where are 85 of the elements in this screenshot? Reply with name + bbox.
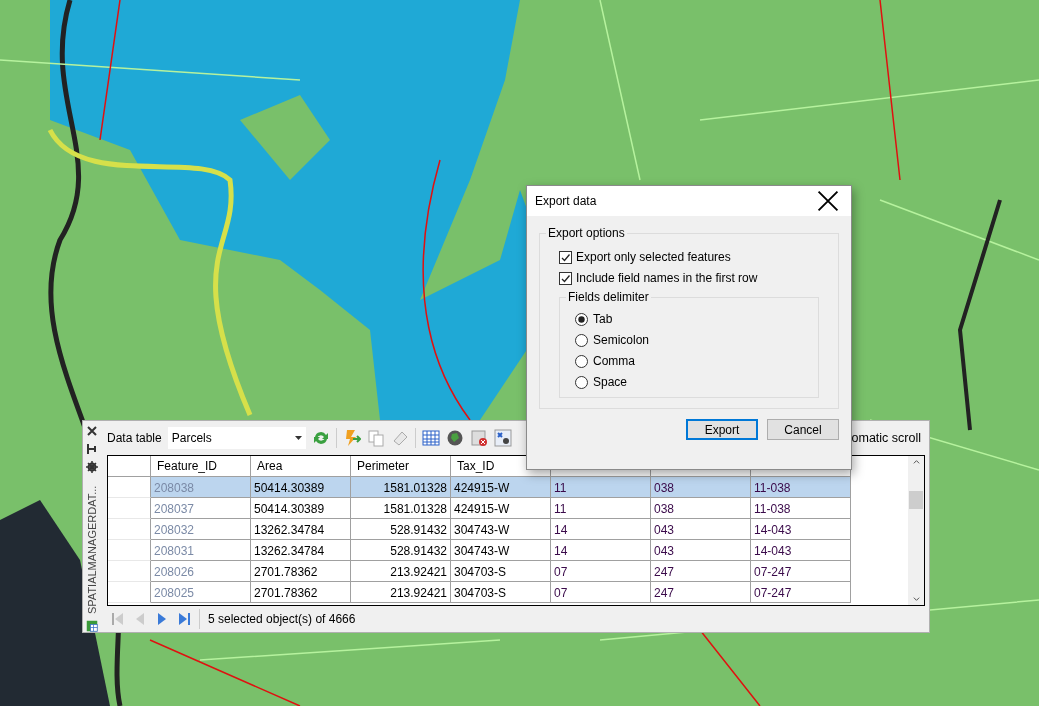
table-cell: 07-247 [751,560,851,582]
scroll-up-icon[interactable] [912,459,920,464]
last-icon[interactable] [177,612,191,627]
table-cell: 208037 [151,497,251,519]
radio-button[interactable]: Semicolon [575,333,808,347]
table-cell: 14-043 [751,539,851,561]
table-cell: 043 [651,539,751,561]
export-button[interactable]: Export [686,419,758,440]
table-cell: 50414.30389 [251,476,351,498]
grid-icon[interactable] [421,428,440,447]
table-cell: 304703-S [451,581,551,603]
row-header[interactable] [108,518,151,540]
check-icon [560,251,571,263]
panel-title: SPATIALMANAGERDAT... [86,484,98,614]
checkbox[interactable]: Export only selected features [559,250,826,264]
table-cell: 038 [651,476,751,498]
scrollbar-thumb[interactable] [909,491,923,510]
cancel-button[interactable]: Cancel [767,419,839,440]
column-header[interactable]: Area [251,455,351,477]
table-cell: 304743-W [451,518,551,540]
table-cell: 1581.01328 [351,497,451,519]
close-icon[interactable] [86,425,98,437]
radio-button[interactable]: Space [575,375,808,389]
group-label: Export options [546,226,627,240]
table-cell: 14 [551,539,651,561]
auto-scroll-label: omatic scroll [851,430,921,445]
column-header[interactable]: Feature_ID [151,455,251,477]
layer-dropdown[interactable]: Parcels [167,426,306,449]
row-header[interactable] [108,581,151,603]
row-header[interactable] [108,476,151,498]
table-cell: 208025 [151,581,251,603]
table-cell: 213.92421 [351,581,451,603]
scrollbar[interactable] [908,455,924,606]
settings-icon[interactable] [86,461,98,473]
table-cell: 07 [551,581,651,603]
table-cell: 50414.30389 [251,497,351,519]
table-cell: 424915-W [451,497,551,519]
table-cell: 208026 [151,560,251,582]
table-cell: 304743-W [451,539,551,561]
table-cell: 528.91432 [351,539,451,561]
group-label: Fields delimiter [566,290,651,304]
table-cell: 07-247 [751,581,851,603]
table-cell: 11 [551,476,651,498]
table-cell: 14-043 [751,518,851,540]
table-cell: 07 [551,560,651,582]
data-table-label: Data table [107,430,162,445]
table-cell: 528.91432 [351,518,451,540]
row-header[interactable] [108,539,151,561]
radio-button[interactable]: Tab [575,312,808,326]
row-header[interactable] [108,560,151,582]
copy-icon[interactable] [366,428,385,447]
pin-icon[interactable] [86,443,98,455]
table-cell: 208031 [151,539,251,561]
status-text: 5 selected object(s) of 4666 [208,612,356,627]
table-cell: 043 [651,518,751,540]
table-cell: 14 [551,518,651,540]
scroll-down-icon[interactable] [912,597,920,602]
table-cell: 11-038 [751,476,851,498]
table-cell: 11 [551,497,651,519]
table-cell: 247 [651,560,751,582]
globe-icon[interactable] [445,428,464,447]
table-cell: 247 [651,581,751,603]
checkbox[interactable]: Include field names in the first row [559,271,826,285]
table-cell: 2701.78362 [251,560,351,582]
table-cell: 11-038 [751,497,851,519]
table-cell: 213.92421 [351,560,451,582]
table-delete-icon[interactable] [469,428,488,447]
table-cell: 13262.34784 [251,539,351,561]
table-icon[interactable] [86,620,98,632]
table-cell: 208038 [151,476,251,498]
table-cell: 208032 [151,518,251,540]
row-header[interactable] [108,497,151,519]
radio-button[interactable]: Comma [575,354,808,368]
zoom-selection-icon[interactable] [493,428,512,447]
dialog-title: Export data [535,194,597,208]
table-cell: 1581.01328 [351,476,451,498]
table-cell: 2701.78362 [251,581,351,603]
table-cell: 038 [651,497,751,519]
table-cell: 13262.34784 [251,518,351,540]
check-icon [560,272,571,284]
first-icon[interactable] [111,612,125,627]
table-cell: 304703-S [451,560,551,582]
caret-icon [294,435,302,440]
column-header[interactable]: Perimeter [351,455,451,477]
table-cell: 424915-W [451,476,551,498]
